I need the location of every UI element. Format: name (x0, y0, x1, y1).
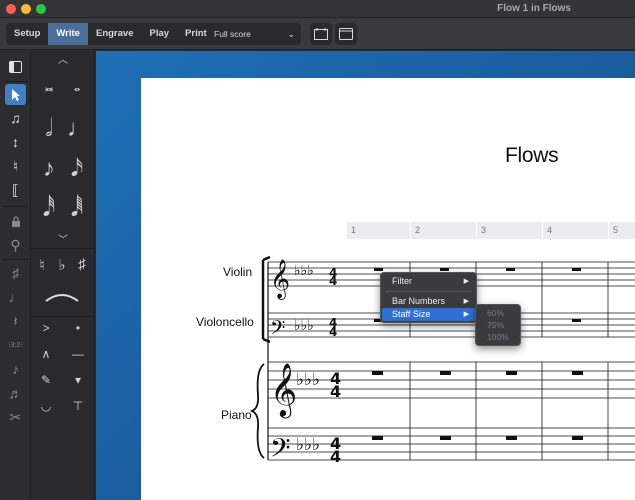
menu-separator (385, 291, 472, 292)
svg-text:𝄞: 𝄞 (270, 259, 290, 300)
music-notation: 𝄞 𝄢 𝄞 𝄢 ♭♭♭ ♭♭♭ ♭♭♭ ♭♭♭ 4 4 4 4 4 4 4 4 (249, 255, 635, 470)
menu-item-staff-size[interactable]: Staff Size ▶ (382, 308, 475, 321)
menu-item-filter[interactable]: Filter ▶ (382, 275, 475, 288)
submenu-item-60[interactable]: 60% (476, 307, 520, 319)
svg-text:4: 4 (329, 316, 337, 330)
menu-item-label: Filter (392, 276, 412, 286)
submenu-item-75[interactable]: 75% (476, 319, 520, 331)
svg-text:4: 4 (330, 369, 341, 388)
menu-item-label: Staff Size (392, 309, 431, 319)
svg-text:4: 4 (329, 266, 337, 280)
svg-text:𝄢: 𝄢 (270, 432, 291, 470)
svg-text:𝄞: 𝄞 (270, 362, 297, 418)
submenu-arrow-icon: ▶ (463, 278, 469, 285)
svg-text:𝄢: 𝄢 (270, 316, 285, 344)
svg-text:♭♭♭: ♭♭♭ (294, 263, 314, 279)
staff-bracket (261, 255, 271, 344)
staff-size-submenu: 60% 75% 100% (475, 304, 521, 346)
context-menu: Filter ▶ Bar Numbers ▶ Staff Size ▶ (380, 272, 477, 323)
piano-brace (249, 363, 265, 459)
menu-item-bar-numbers[interactable]: Bar Numbers ▶ (382, 295, 475, 308)
svg-text:♭♭♭: ♭♭♭ (294, 318, 314, 334)
submenu-arrow-icon: ▶ (463, 311, 469, 318)
svg-text:♭♭♭: ♭♭♭ (296, 435, 320, 455)
svg-text:♭♭♭: ♭♭♭ (296, 370, 320, 390)
submenu-item-100[interactable]: 100% (476, 331, 520, 343)
svg-text:4: 4 (330, 434, 341, 453)
submenu-arrow-icon: ▶ (463, 298, 469, 305)
clefs-and-signatures: 𝄞 𝄢 𝄞 𝄢 ♭♭♭ ♭♭♭ ♭♭♭ ♭♭♭ 4 4 4 4 4 4 4 4 (270, 259, 341, 470)
menu-item-label: Bar Numbers (392, 296, 446, 306)
